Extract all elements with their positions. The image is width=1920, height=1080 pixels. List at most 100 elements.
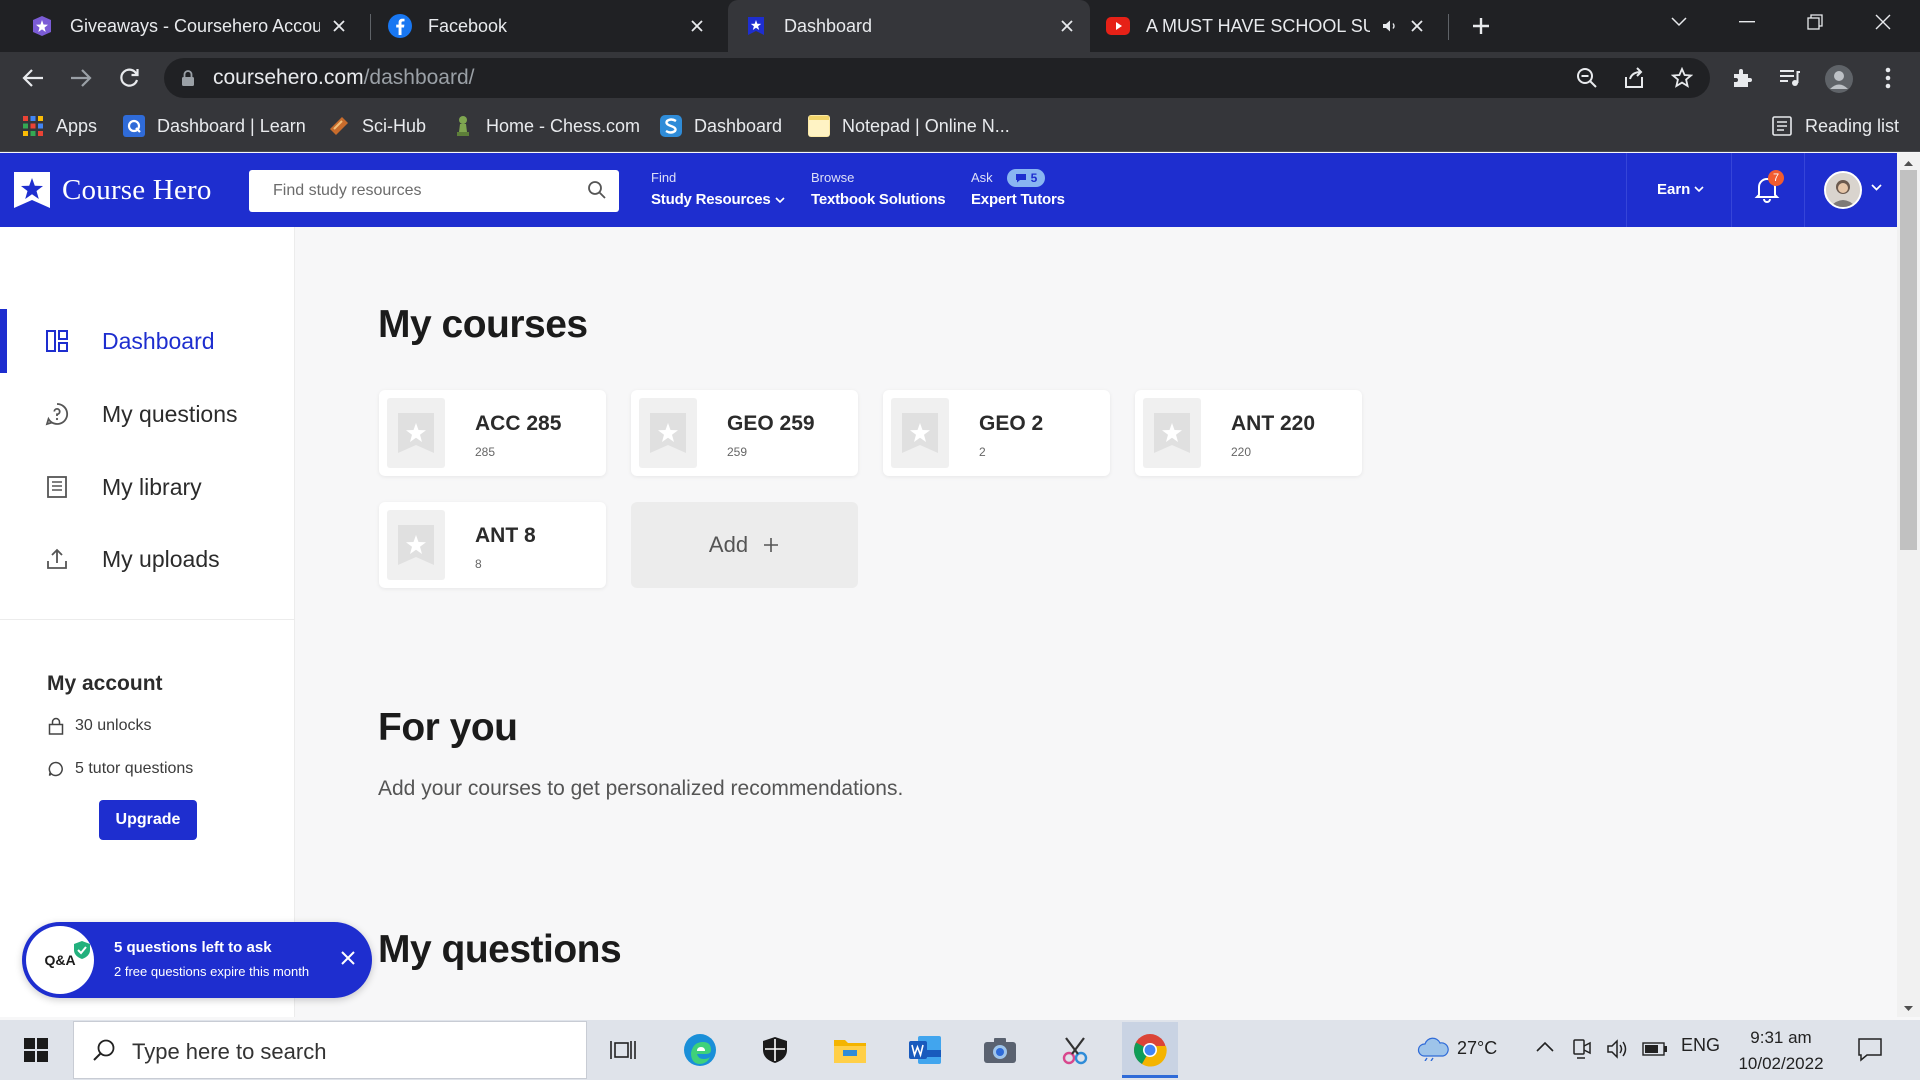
course-card-geo-259[interactable]: GEO 259 259 (631, 390, 858, 476)
input-language-indicator[interactable]: ENG (1681, 1035, 1720, 1056)
notification-center-icon[interactable] (1857, 1036, 1883, 1062)
back-arrow-icon[interactable] (19, 64, 47, 92)
lock-icon[interactable] (181, 70, 195, 87)
course-card-geo-2[interactable]: GEO 2 2 (883, 390, 1110, 476)
earn-menu-button[interactable]: Earn (1657, 181, 1704, 198)
bookmark-dashboard[interactable]: Dashboard (660, 104, 782, 148)
file-explorer-icon[interactable] (822, 1022, 878, 1078)
nav-label: Study Resources (651, 191, 771, 208)
nav-ask-expert-tutors[interactable]: Ask 5 Expert Tutors (971, 167, 1065, 211)
close-tab-icon[interactable] (686, 15, 708, 37)
my-questions-heading: My questions (378, 928, 622, 971)
camera-app-icon[interactable] (972, 1022, 1028, 1078)
question-bubble-icon (45, 402, 69, 426)
browser-menu-icon[interactable] (1874, 64, 1902, 92)
url-text[interactable]: coursehero.com/dashboard/ (213, 66, 475, 90)
close-toast-icon[interactable] (340, 950, 356, 966)
nav-browse-textbook-solutions[interactable]: Browse Textbook Solutions (811, 167, 946, 211)
windows-start-icon[interactable] (8, 1022, 64, 1078)
search-icon[interactable] (587, 180, 607, 200)
system-clock[interactable]: 9:31 am 10/02/2022 (1735, 1025, 1827, 1077)
minimize-window-icon[interactable] (1713, 0, 1781, 44)
forward-arrow-icon[interactable] (67, 64, 95, 92)
tutor-questions-count: 5 tutor questions (75, 760, 194, 777)
user-avatar[interactable] (1824, 171, 1862, 209)
snip-sketch-icon[interactable] (1047, 1022, 1103, 1078)
reload-icon[interactable] (115, 64, 143, 92)
quizlet-favicon-icon (123, 115, 145, 137)
reading-list-icon (1771, 115, 1793, 137)
bookmark-scihub[interactable]: Sci-Hub (328, 104, 426, 148)
restore-window-icon[interactable] (1781, 0, 1849, 44)
word-app-icon[interactable] (897, 1022, 953, 1078)
coursehero-logo[interactable]: Course Hero (12, 170, 212, 210)
tab-search-chevron-icon[interactable] (1645, 0, 1713, 44)
share-icon[interactable] (1620, 64, 1648, 92)
scroll-up-arrow-icon[interactable] (1897, 157, 1920, 171)
extensions-puzzle-icon[interactable] (1728, 64, 1756, 92)
tab-youtube[interactable]: A MUST HAVE SCHOOL SUPPLIES (1090, 0, 1446, 52)
course-number: 259 (727, 445, 748, 459)
temperature-text: 27°C (1457, 1037, 1498, 1058)
volume-speaker-icon[interactable] (1606, 1038, 1630, 1060)
scroll-down-arrow-icon[interactable] (1897, 1001, 1920, 1015)
chess-pawn-icon (452, 115, 474, 137)
close-tab-icon[interactable] (328, 15, 350, 37)
add-course-button[interactable]: Add (631, 502, 858, 588)
tab-dashboard[interactable]: Dashboard (728, 0, 1090, 52)
tab-title: Dashboard (784, 15, 873, 36)
taskbar-search-input[interactable]: Type here to search (73, 1021, 587, 1079)
task-view-icon[interactable] (596, 1022, 652, 1078)
course-code: GEO 2 (979, 412, 1044, 435)
sidebar-item-my-library[interactable]: My library (0, 455, 295, 519)
tab-title: A MUST HAVE SCHOOL SUPPLIES (1146, 15, 1370, 36)
battery-icon[interactable] (1642, 1042, 1668, 1056)
close-window-icon[interactable] (1849, 0, 1917, 44)
course-card-ant-8[interactable]: ANT 8 8 (379, 502, 606, 588)
reading-list-button[interactable]: Reading list (1771, 104, 1899, 148)
meet-now-icon[interactable] (1572, 1038, 1592, 1060)
show-hidden-icons-chevron-icon[interactable] (1536, 1040, 1554, 1052)
zoom-out-icon[interactable] (1573, 64, 1601, 92)
course-card-acc-285[interactable]: ACC 285 285 (379, 390, 606, 476)
tab-giveaways[interactable]: Giveaways - Coursehero Account (0, 0, 362, 52)
nav-find-study-resources[interactable]: Find Study Resources (651, 167, 785, 211)
course-code: ACC 285 (475, 412, 562, 435)
questions-left-toast[interactable]: Q&A 5 questions left to ask 2 free quest… (22, 922, 372, 998)
media-playlist-icon[interactable] (1776, 64, 1804, 92)
sidebar-item-my-uploads[interactable]: My uploads (0, 527, 295, 591)
new-tab-icon[interactable] (1446, 4, 1516, 48)
search-input[interactable]: Find study resources (249, 170, 619, 212)
scrollbar-thumb[interactable] (1900, 170, 1917, 550)
bookmark-apps[interactable]: Apps (22, 104, 97, 148)
sidebar-item-my-questions[interactable]: My questions (0, 382, 295, 446)
edge-browser-icon[interactable] (672, 1022, 728, 1078)
sidebar: Dashboard My questions My library My upl… (0, 227, 295, 1017)
chrome-app-icon[interactable] (1122, 1022, 1178, 1078)
close-tab-icon[interactable] (1406, 15, 1428, 37)
profile-avatar-icon[interactable] (1823, 63, 1855, 95)
course-placeholder-icon (639, 398, 697, 468)
account-chevron-down-icon[interactable] (1871, 184, 1882, 191)
sidebar-item-dashboard[interactable]: Dashboard (0, 309, 295, 373)
security-shield-icon[interactable] (747, 1022, 803, 1078)
upgrade-button[interactable]: Upgrade (99, 800, 197, 840)
course-card-ant-220[interactable]: ANT 220 220 (1135, 390, 1362, 476)
close-tab-icon[interactable] (1056, 15, 1078, 37)
youtube-favicon-icon (1106, 14, 1130, 38)
bookmark-notepad[interactable]: Notepad | Online N... (808, 104, 1010, 148)
speaker-muted-icon[interactable] (1382, 19, 1398, 33)
bookmark-label: Home - Chess.com (486, 115, 641, 136)
clock-time: 9:31 am (1750, 1028, 1812, 1047)
course-code: GEO 259 (727, 412, 815, 435)
sidebar-item-label: My uploads (102, 545, 220, 572)
tab-facebook[interactable]: Facebook (362, 0, 720, 52)
questions-count-pill: 5 (1006, 169, 1046, 187)
weather-widget[interactable]: 27°C (1417, 1035, 1497, 1061)
padlock-icon (47, 717, 65, 735)
sidebar-item-label: My library (102, 473, 202, 500)
bookmark-star-icon[interactable] (1668, 64, 1696, 92)
chat-bubble-icon (1015, 174, 1026, 183)
bookmark-chess[interactable]: Home - Chess.com (452, 104, 640, 148)
bookmark-dashboard-learn[interactable]: Dashboard | Learn (123, 104, 306, 148)
